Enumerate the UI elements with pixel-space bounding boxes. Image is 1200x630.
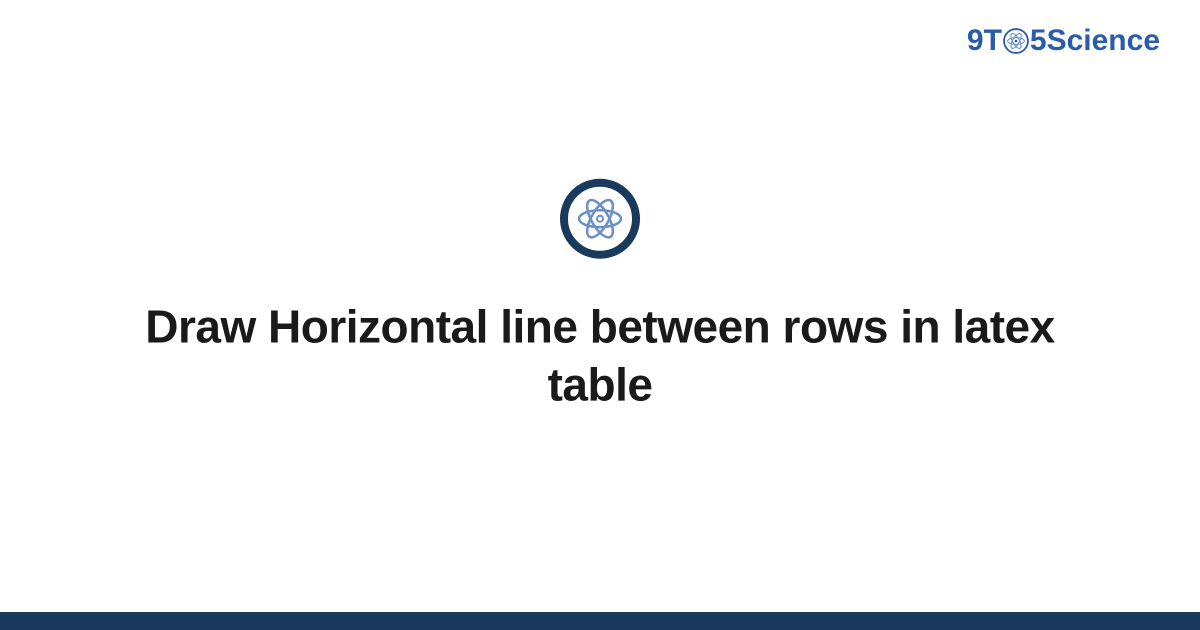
atom-badge (560, 179, 640, 259)
main-content: Draw Horizontal line between rows in lat… (0, 179, 1200, 414)
site-logo: 9T 5Science (967, 24, 1160, 58)
atom-icon (1003, 28, 1029, 54)
footer-bar (0, 612, 1200, 630)
page-title: Draw Horizontal line between rows in lat… (120, 299, 1080, 414)
logo-suffix: 5Science (1030, 24, 1160, 58)
site-header: 9T 5Science (967, 24, 1160, 58)
logo-prefix: 9T (967, 24, 1002, 58)
atom-icon (575, 194, 625, 244)
